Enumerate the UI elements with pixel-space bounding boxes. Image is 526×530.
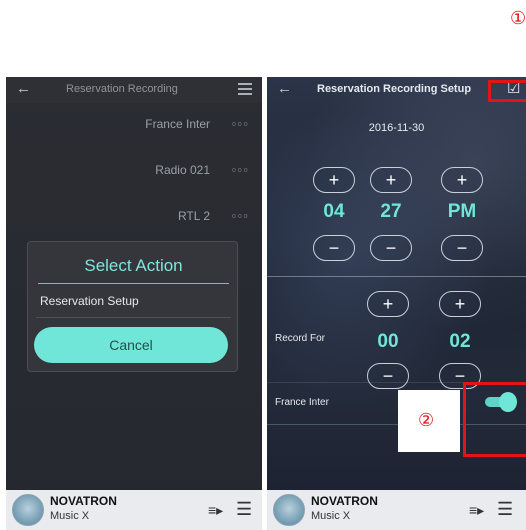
reservation-date[interactable]: 2016-11-30 [267,122,526,134]
player-subtitle: Music X [50,510,90,522]
dialog-divider [36,317,231,318]
list-icon[interactable]: ☰ [497,499,513,520]
annotation-box-confirm [488,80,526,102]
album-art-icon[interactable] [12,494,44,526]
station-row[interactable]: RTL 2 ooo [6,205,262,229]
ampm-minus-button[interactable]: − [441,235,483,261]
player-brand: NOVATRON [311,494,378,508]
right-page-title: Reservation Recording Setup [317,83,472,95]
station-name: RTL 2 [177,209,210,223]
back-arrow-icon[interactable]: ← [277,80,292,97]
record-minutes-value: 02 [449,331,471,352]
hour-minus-button[interactable]: − [313,235,355,261]
dialog-divider [38,283,229,284]
hour-plus-button[interactable]: + [313,167,355,193]
annotation-label-2: ② [398,390,460,452]
left-screen: ← Reservation Recording France Inter ooo… [6,77,262,530]
queue-icon[interactable]: ≡▸ [208,502,223,519]
player-brand: NOVATRON [50,494,117,508]
player-subtitle: Music X [311,510,351,522]
more-options-icon[interactable]: ooo [232,167,250,174]
right-screen: ← Reservation Recording Setup ☑ 2016-11-… [267,77,526,530]
more-options-icon[interactable]: ooo [232,121,250,128]
reservation-setup-option[interactable]: Reservation Setup [40,294,139,308]
minute-minus-button[interactable]: − [370,235,412,261]
station-name: Radio 021 [155,163,210,177]
station-row[interactable]: France Inter ooo [6,113,262,137]
ampm-plus-button[interactable]: + [441,167,483,193]
record-for-label: Record For [275,333,326,344]
record-hours-minus-button[interactable]: − [367,363,409,389]
player-bar: NOVATRON Music X ≡▸ ☰ [6,490,262,530]
select-action-dialog: Select Action Reservation Setup Cancel [27,241,238,372]
cancel-button[interactable]: Cancel [34,327,228,363]
minute-value: 27 [380,201,402,222]
album-art-icon[interactable] [273,494,305,526]
annotation-marker-1: ① [510,8,526,28]
station-label: France Inter [275,397,329,408]
station-row[interactable]: Radio 021 ooo [6,159,262,183]
section-divider [267,276,526,277]
queue-icon[interactable]: ≡▸ [469,502,484,519]
record-minutes-plus-button[interactable]: + [439,291,481,317]
record-hours-plus-button[interactable]: + [367,291,409,317]
menu-icon[interactable] [238,83,252,95]
list-icon[interactable]: ☰ [236,499,252,520]
player-bar: NOVATRON Music X ≡▸ ☰ [267,490,526,530]
station-name: France Inter [145,117,210,131]
annotation-marker-2: ② [418,410,435,430]
more-options-icon[interactable]: ooo [232,213,250,220]
dialog-title: Select Action [84,256,183,275]
back-arrow-icon[interactable]: ← [16,80,31,97]
annotation-box-toggle [463,382,526,457]
record-hours-value: 00 [377,331,399,352]
ampm-value: PM [447,201,477,222]
hour-value: 04 [323,201,345,222]
minute-plus-button[interactable]: + [370,167,412,193]
left-header: ← Reservation Recording [6,77,262,103]
left-page-title: Reservation Recording [66,83,178,95]
